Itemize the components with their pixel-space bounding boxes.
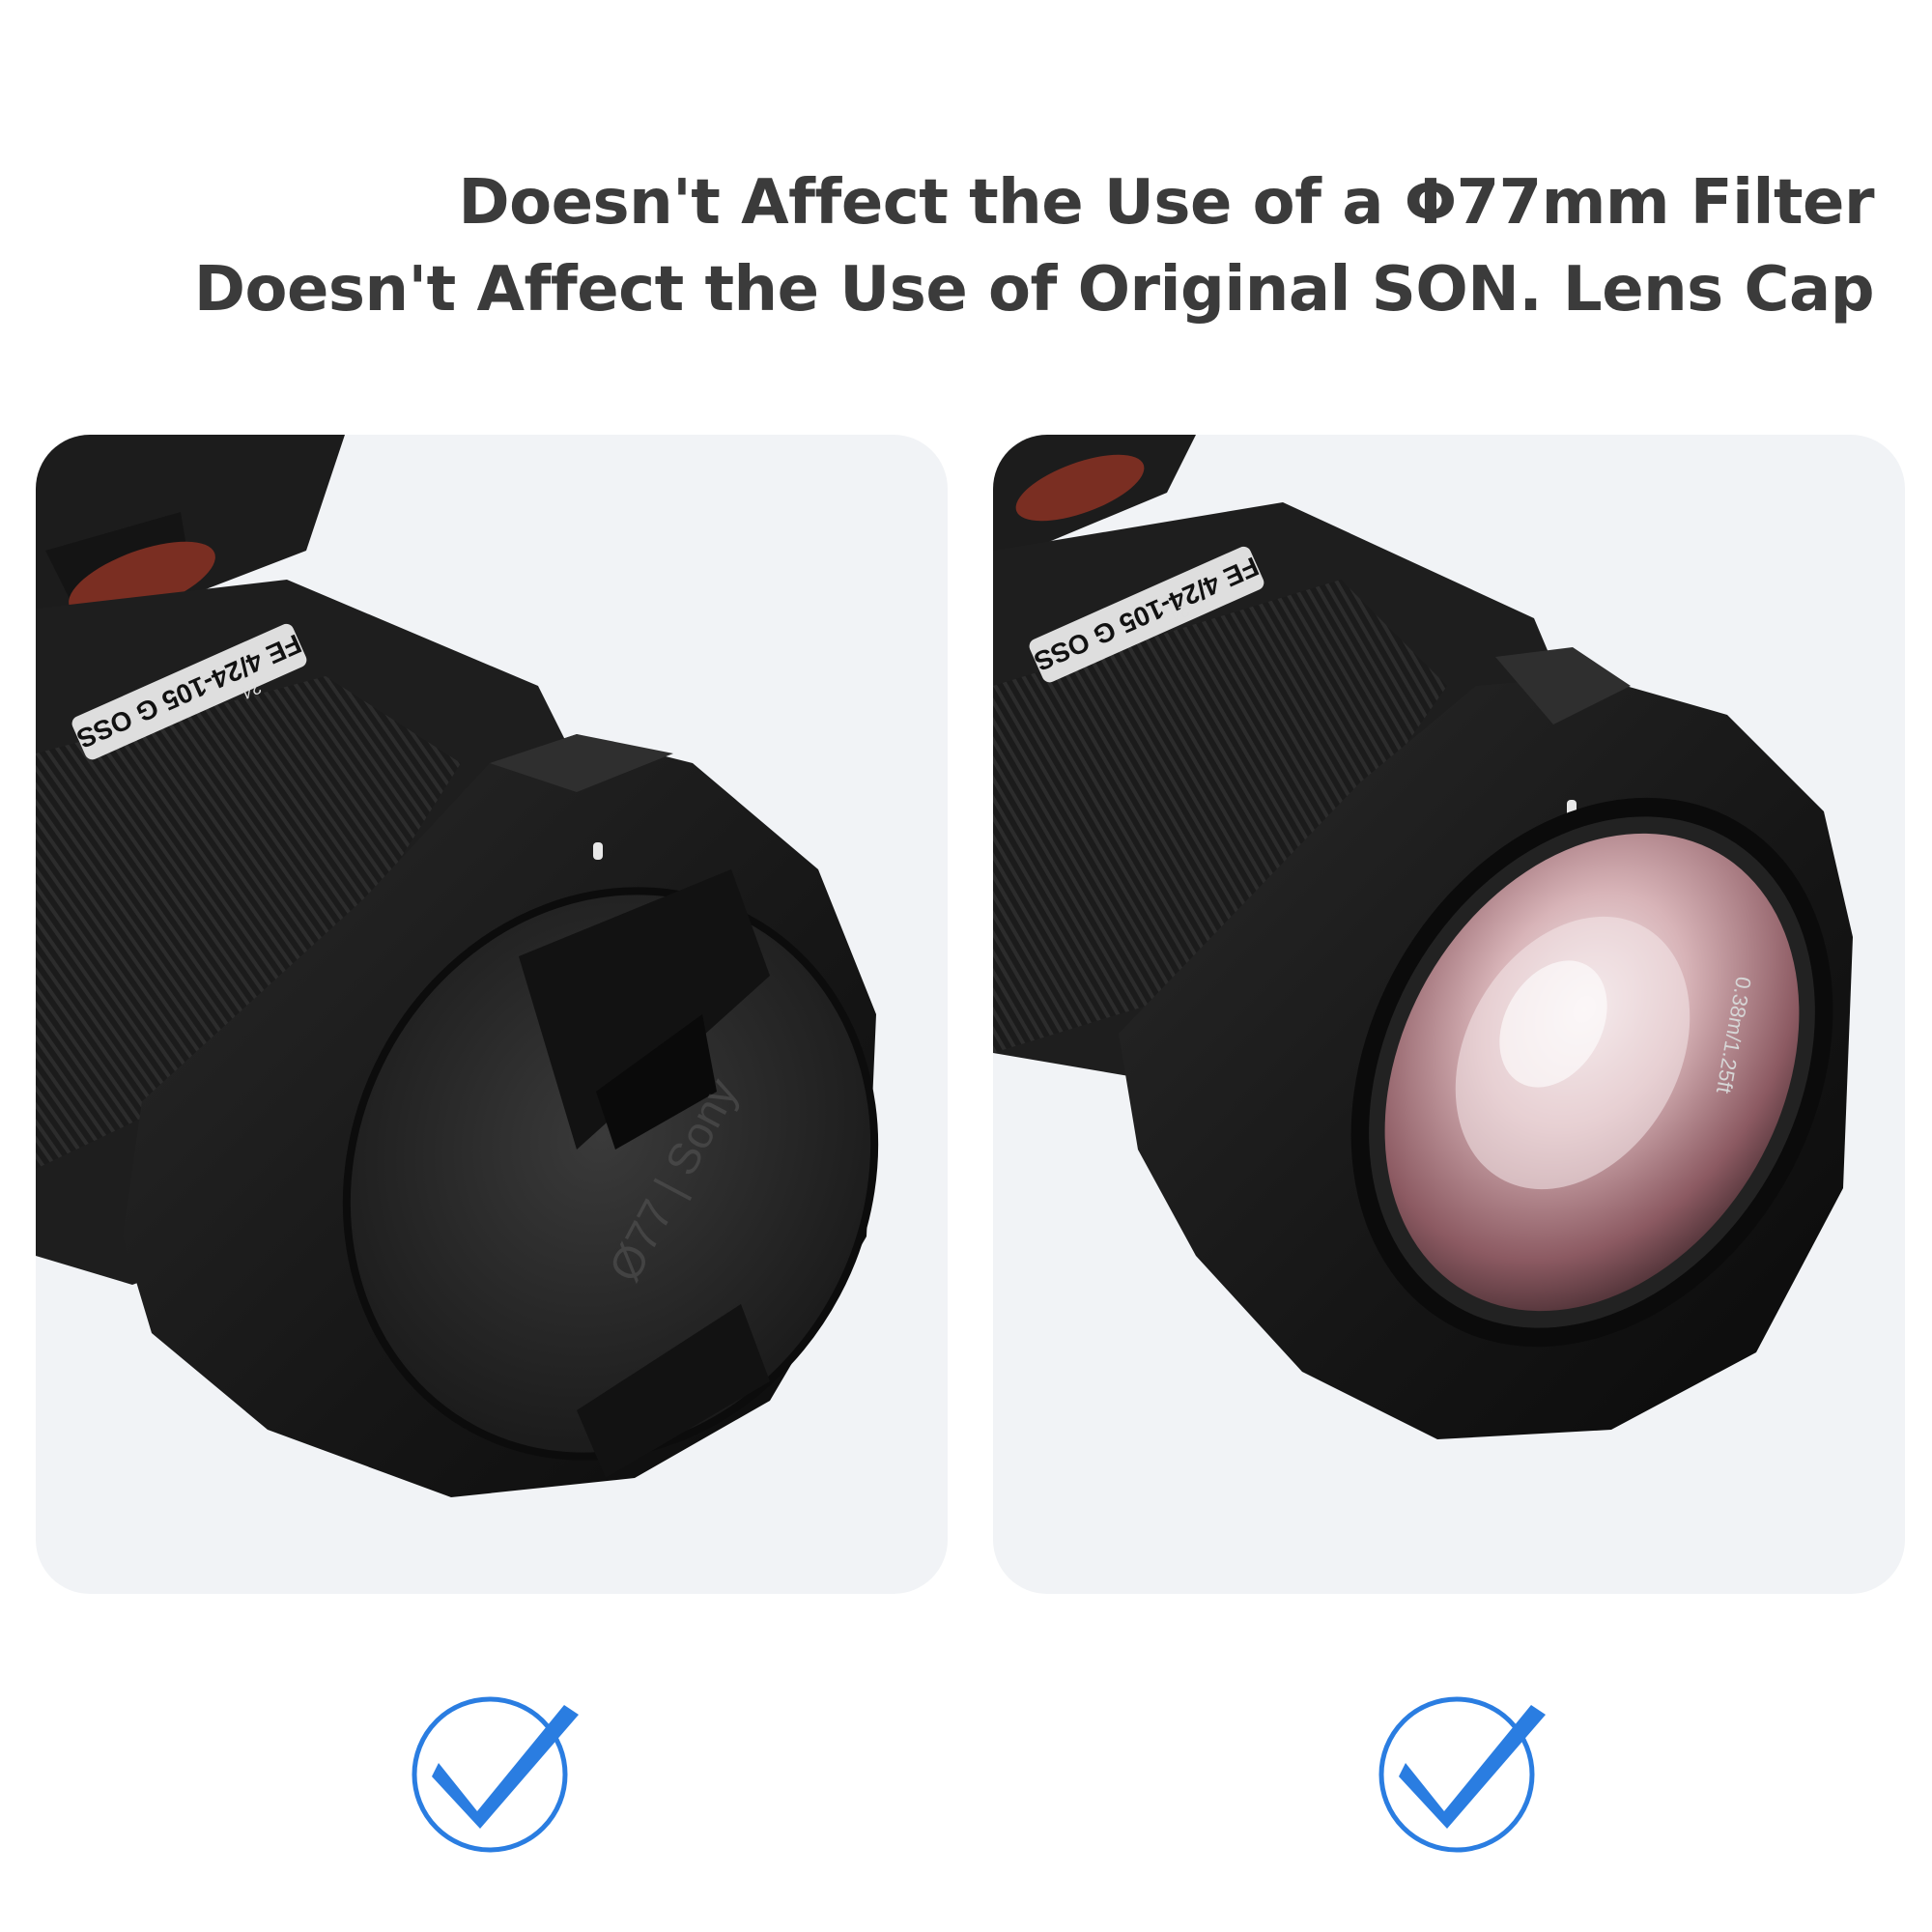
headline-line-1: Doesn't Affect the Use of a Φ77mm Filter: [458, 167, 1875, 239]
headline-line-2: Doesn't Affect the Use of Original SON. …: [193, 254, 1875, 326]
headline: Doesn't Affect the Use of a Φ77mm Filter…: [193, 159, 1875, 333]
lens-with-cap-illustration: FE 4/24-105 G OSS 24 Ø77 | Sony: [36, 435, 879, 1497]
check-circle-icon: [412, 1696, 579, 1853]
check-circle-icon: [1378, 1696, 1546, 1853]
lens-with-filter-illustration: FE 4/24-105 G OSS 24 0.38m/1.25ft: [993, 435, 1853, 1439]
hood-index-dot: [593, 842, 603, 860]
panel-filter: FE 4/24-105 G OSS 24 0.38m/1.25ft: [993, 435, 1905, 1594]
panel-lens-cap: FE 4/24-105 G OSS 24 Ø77 | Sony: [36, 435, 948, 1594]
